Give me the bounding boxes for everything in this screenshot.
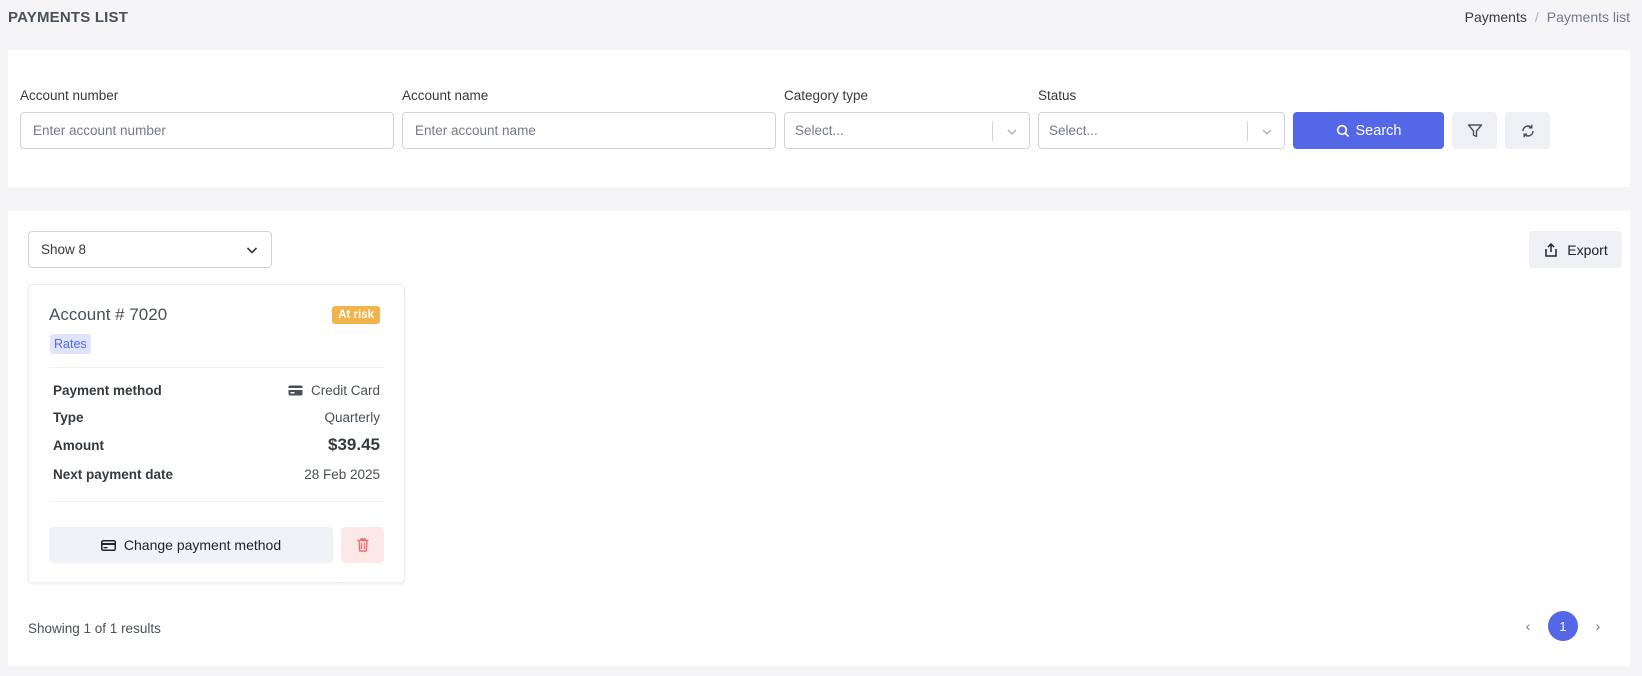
type-row: Type Quarterly [53, 410, 380, 425]
account-number-field: Account number [20, 88, 394, 149]
page-size-value: Show 8 [41, 242, 87, 257]
category-type-label: Category type [784, 88, 869, 103]
chevron-down-icon [246, 247, 258, 254]
type-value: Quarterly [324, 410, 380, 425]
amount-value: $39.45 [328, 435, 380, 454]
status-select[interactable]: Select... [1038, 112, 1285, 149]
export-icon [1545, 242, 1558, 257]
status-label: Status [1038, 88, 1077, 103]
delete-button[interactable] [341, 527, 384, 563]
account-number-label: Account number [20, 88, 119, 103]
refresh-icon [1521, 124, 1534, 137]
next-payment-date-value: 28 Feb 2025 [304, 467, 380, 482]
pagination-page-1[interactable]: 1 [1548, 611, 1578, 641]
divider [49, 501, 384, 502]
account-card: Account # 7020 At risk Rates Payment met… [28, 284, 405, 583]
pagination: ‹ 1 › [1514, 611, 1612, 641]
next-payment-date-label: Next payment date [53, 467, 174, 482]
credit-card-icon [100, 539, 116, 551]
category-badge: Rates [50, 334, 91, 354]
payment-method-label: Payment method [53, 383, 162, 398]
payment-method-row: Payment method Credit Card [53, 383, 380, 398]
select-divider [992, 121, 993, 141]
breadcrumb-separator: / [1534, 9, 1539, 25]
status-field: Status Select... [1038, 88, 1285, 149]
pagination-prev[interactable]: ‹ [1514, 611, 1542, 641]
breadcrumb-payments-list: Payments list [1546, 9, 1630, 25]
payments-list-panel: Show 8 Export Account # 7020 At risk Rat… [8, 211, 1630, 666]
amount-label: Amount [53, 437, 104, 453]
page-size-select[interactable]: Show 8 [28, 231, 272, 268]
trash-icon [357, 538, 368, 552]
type-label: Type [53, 410, 84, 425]
page-title: PAYMENTS LIST [8, 8, 129, 26]
amount-row: Amount $39.45 [53, 435, 380, 455]
chevron-down-icon [1262, 129, 1272, 136]
credit-card-icon [288, 385, 303, 396]
category-type-field: Category type Select... [784, 88, 1030, 149]
results-count: Showing 1 of 1 results [28, 621, 161, 636]
search-button[interactable]: Search [1293, 112, 1444, 149]
account-name-label: Account name [402, 88, 489, 103]
chevron-down-icon [1007, 129, 1017, 136]
divider [49, 367, 384, 368]
next-payment-date-row: Next payment date 28 Feb 2025 [53, 467, 380, 482]
account-number: 7020 [129, 305, 168, 324]
breadcrumb-payments[interactable]: Payments [1465, 9, 1527, 25]
payment-method-value-wrap: Credit Card [288, 383, 380, 398]
export-button[interactable]: Export [1529, 231, 1622, 268]
page-header: PAYMENTS LIST Payments / Payments list [8, 6, 1630, 28]
account-name-input[interactable] [402, 112, 776, 149]
category-type-value: Select... [795, 123, 844, 138]
account-title: Account # 7020 [49, 305, 167, 325]
account-name-field: Account name [402, 88, 776, 149]
change-payment-method-label: Change payment method [123, 537, 282, 553]
refresh-button[interactable] [1505, 112, 1550, 149]
status-badge: At risk [332, 306, 380, 324]
search-button-label: Search [1355, 122, 1402, 139]
account-number-input[interactable] [20, 112, 394, 149]
pagination-next[interactable]: › [1584, 611, 1612, 641]
select-divider [1247, 121, 1248, 141]
filter-button[interactable] [1452, 112, 1497, 149]
filter-icon [1467, 123, 1482, 137]
filter-panel: Account number Account name Category typ… [8, 50, 1630, 187]
export-button-label: Export [1567, 241, 1608, 258]
breadcrumb: Payments / Payments list [1465, 9, 1630, 25]
category-type-select[interactable]: Select... [784, 112, 1030, 149]
account-prefix: Account # [49, 305, 125, 324]
change-payment-method-button[interactable]: Change payment method [49, 527, 333, 563]
search-icon [1336, 124, 1349, 137]
payment-method-value: Credit Card [310, 383, 380, 398]
status-value: Select... [1049, 123, 1098, 138]
filter-row: Account number Account name Category typ… [20, 88, 1558, 149]
